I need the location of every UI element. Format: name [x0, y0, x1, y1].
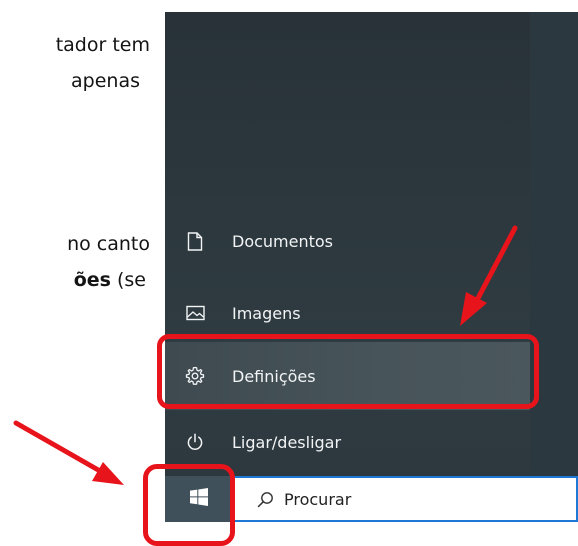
start-item-label: Ligar/desligar	[232, 432, 342, 452]
search-input[interactable]	[284, 489, 524, 509]
start-item-power[interactable]: Ligar/desligar	[165, 413, 530, 471]
tutorial-text-column: tador tem apenas no canto ões (se	[0, 0, 150, 546]
tutorial-text-line: tador tem	[55, 34, 150, 56]
search-icon	[257, 491, 274, 508]
start-item-label: Imagens	[232, 303, 301, 323]
start-item-label: Documentos	[232, 231, 334, 251]
tutorial-text-line: apenas	[71, 70, 140, 92]
power-icon	[185, 432, 205, 452]
document-icon	[185, 231, 205, 251]
start-menu: Documentos Imagens Definições Ligar/desl…	[165, 12, 578, 522]
annotation-highlight-start-button	[143, 464, 235, 546]
tutorial-text-line: no canto	[67, 233, 150, 255]
start-menu-tile-area	[530, 12, 578, 522]
tutorial-text-tail: (se	[110, 269, 146, 291]
taskbar-search-box[interactable]	[233, 476, 578, 522]
pictures-icon	[185, 303, 205, 323]
tutorial-bold-text: ões	[73, 269, 111, 291]
annotation-highlight-settings	[157, 334, 539, 409]
tutorial-text-line: ões (se	[74, 269, 146, 291]
start-item-documents[interactable]: Documentos	[165, 212, 530, 270]
